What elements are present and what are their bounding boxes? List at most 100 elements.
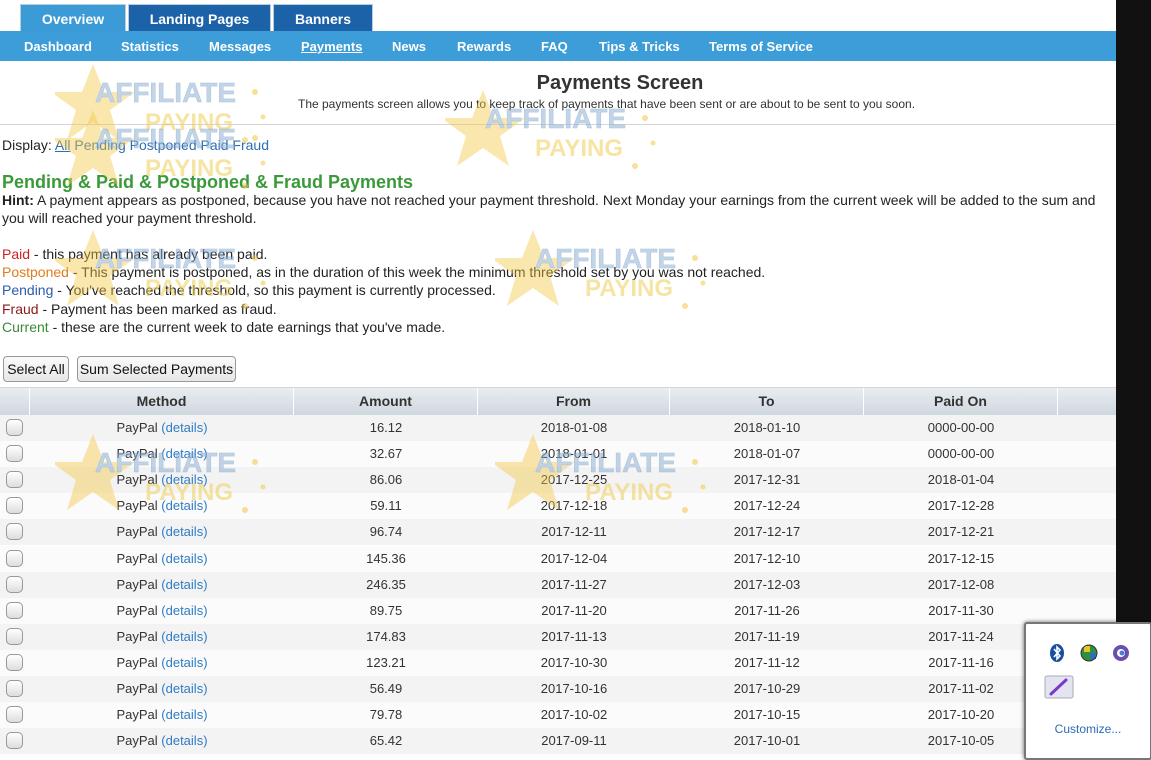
cell-amount: 246.35: [366, 576, 406, 592]
row-checkbox[interactable]: [6, 549, 23, 567]
section-title: Pending & Paid & Postponed & Fraud Payme…: [2, 172, 414, 192]
details-link[interactable]: (details): [161, 551, 207, 566]
legend-term: Fraud: [2, 300, 39, 317]
details-link[interactable]: (details): [161, 629, 207, 644]
row-checkbox[interactable]: [6, 575, 23, 593]
row-checkbox[interactable]: [6, 680, 23, 697]
cell-to: 2018-01-07: [733, 446, 801, 462]
details-link[interactable]: (details): [161, 498, 207, 513]
row-checkbox[interactable]: [6, 653, 23, 671]
cell-amount: 56.49: [369, 681, 403, 696]
header-paid-on[interactable]: Paid On: [864, 388, 1058, 415]
cell-to: 2017-12-17: [733, 524, 801, 540]
payments-table: Method Amount From To Paid On PayPal (de…: [0, 387, 1116, 758]
table-row: PayPal (details) 59.11 2017-12-18 2017-12-2…: [0, 493, 1116, 520]
filter-postponed[interactable]: Postponed: [130, 137, 197, 153]
row-checkbox[interactable]: [6, 732, 23, 750]
cell-amount: 145.36: [366, 550, 406, 566]
header-to[interactable]: To: [670, 388, 864, 415]
row-checkbox[interactable]: [6, 523, 23, 541]
row-checkbox[interactable]: [6, 706, 23, 724]
details-link[interactable]: (details): [161, 681, 207, 696]
legend-paid: Paid - this payment has already been pai…: [2, 245, 765, 263]
nav-tips-tricks[interactable]: Tips & Tricks: [599, 31, 680, 62]
cell-from: 2017-10-02: [540, 707, 608, 723]
cell-amount: 96.74: [369, 524, 403, 540]
row-checkbox[interactable]: [6, 471, 23, 489]
nav-dashboard[interactable]: Dashboard: [24, 31, 92, 62]
cell-method: PayPal (details): [30, 572, 294, 598]
filter-fraud[interactable]: Fraud: [232, 137, 269, 153]
details-link[interactable]: (details): [161, 707, 207, 722]
nav-news[interactable]: News: [392, 31, 426, 62]
legend-desc: - Payment has been marked as fraud.: [38, 300, 277, 317]
row-checkbox[interactable]: [6, 601, 23, 619]
filter-pending[interactable]: Pending: [74, 137, 125, 153]
cell-from: 2017-10-30: [540, 654, 608, 670]
select-all-button[interactable]: Select All: [3, 356, 69, 382]
filter-paid[interactable]: Paid: [201, 137, 229, 153]
nav-payments[interactable]: Payments: [301, 31, 362, 62]
display-filter: Display: All Pending Postponed Paid Frau…: [2, 137, 269, 153]
row-checkbox[interactable]: [6, 445, 23, 463]
legend-current: Current - these are the current week to …: [2, 318, 765, 336]
table-row: PayPal (details) 56.49 2017-10-16 2017-10-2…: [0, 676, 1116, 702]
cell-from: 2017-12-04: [540, 550, 608, 566]
legend-desc: - these are the current week to date ear…: [48, 318, 446, 335]
page-title: Payments Screen: [536, 72, 704, 94]
header-from[interactable]: From: [478, 388, 670, 415]
cell-to: 2018-01-10: [733, 420, 801, 435]
details-link[interactable]: (details): [161, 420, 207, 435]
filter-all[interactable]: All: [55, 137, 71, 153]
pen-tablet-icon[interactable]: [1044, 674, 1074, 700]
header-amount[interactable]: Amount: [294, 388, 478, 415]
cell-paid-on: 2018-01-04: [927, 472, 995, 488]
nav-faq[interactable]: FAQ: [541, 31, 568, 62]
details-link[interactable]: (details): [161, 603, 207, 618]
nav-messages[interactable]: Messages: [209, 31, 271, 62]
details-link[interactable]: (details): [161, 524, 207, 539]
cell-paid-on: 2017-12-28: [927, 498, 995, 514]
cell-from: 2017-11-20: [541, 602, 607, 618]
browser-icon[interactable]: [1110, 642, 1132, 664]
customize-link[interactable]: Customize...: [1026, 722, 1150, 736]
table-row: PayPal (details) 65.42 2017-09-11 2017-10-0…: [0, 728, 1116, 755]
details-link[interactable]: (details): [161, 655, 207, 670]
legend-desc: - This payment is postponed, as in the d…: [68, 264, 766, 281]
cell-from: 2017-10-16: [540, 681, 608, 696]
details-link[interactable]: (details): [161, 577, 207, 592]
nav-terms-of-service[interactable]: Terms of Service: [709, 31, 813, 62]
cell-from: 2018-01-08: [540, 420, 608, 435]
cell-amount: 32.67: [369, 446, 403, 462]
sum-selected-payments-button[interactable]: Sum Selected Payments: [77, 356, 236, 382]
details-link[interactable]: (details): [161, 472, 207, 487]
table-header: Method Amount From To Paid On: [0, 387, 1116, 415]
bluetooth-icon[interactable]: [1046, 642, 1068, 664]
cell-to: 2017-10-29: [733, 681, 801, 696]
table-row: PayPal (details) 16.12 2018-01-08 2018-01-1…: [0, 415, 1116, 441]
row-checkbox[interactable]: [6, 627, 23, 645]
cell-to: 2017-11-12: [734, 654, 800, 670]
network-globe-icon[interactable]: [1078, 642, 1100, 664]
row-checkbox[interactable]: [6, 497, 23, 515]
tab-overview[interactable]: Overview: [20, 4, 126, 31]
cell-to: 2017-12-31: [733, 472, 801, 488]
cell-amount: 174.83: [366, 628, 406, 644]
cell-to: 2017-12-10: [733, 550, 801, 566]
cell-method: PayPal (details): [30, 467, 294, 493]
table-row: PayPal (details) 79.78 2017-10-02 2017-10-1…: [0, 702, 1116, 729]
table-row: PayPal (details) 32.67 2018-01-01 2018-01-0…: [0, 441, 1116, 468]
details-link[interactable]: (details): [161, 446, 207, 461]
method-name: PayPal: [116, 550, 158, 566]
legend-desc: - this payment has already been paid.: [30, 246, 268, 262]
row-checkbox[interactable]: [6, 419, 23, 436]
cell-amount: 79.78: [369, 707, 403, 723]
header-method[interactable]: Method: [30, 388, 294, 415]
tab-landing-pages[interactable]: Landing Pages: [128, 4, 271, 31]
cell-method: PayPal (details): [30, 728, 294, 754]
nav-rewards[interactable]: Rewards: [457, 31, 511, 62]
nav-statistics[interactable]: Statistics: [121, 31, 179, 62]
tab-banners[interactable]: Banners: [273, 4, 373, 31]
hint-body: A payment appears as postponed, because …: [2, 192, 1096, 226]
details-link[interactable]: (details): [161, 733, 207, 748]
